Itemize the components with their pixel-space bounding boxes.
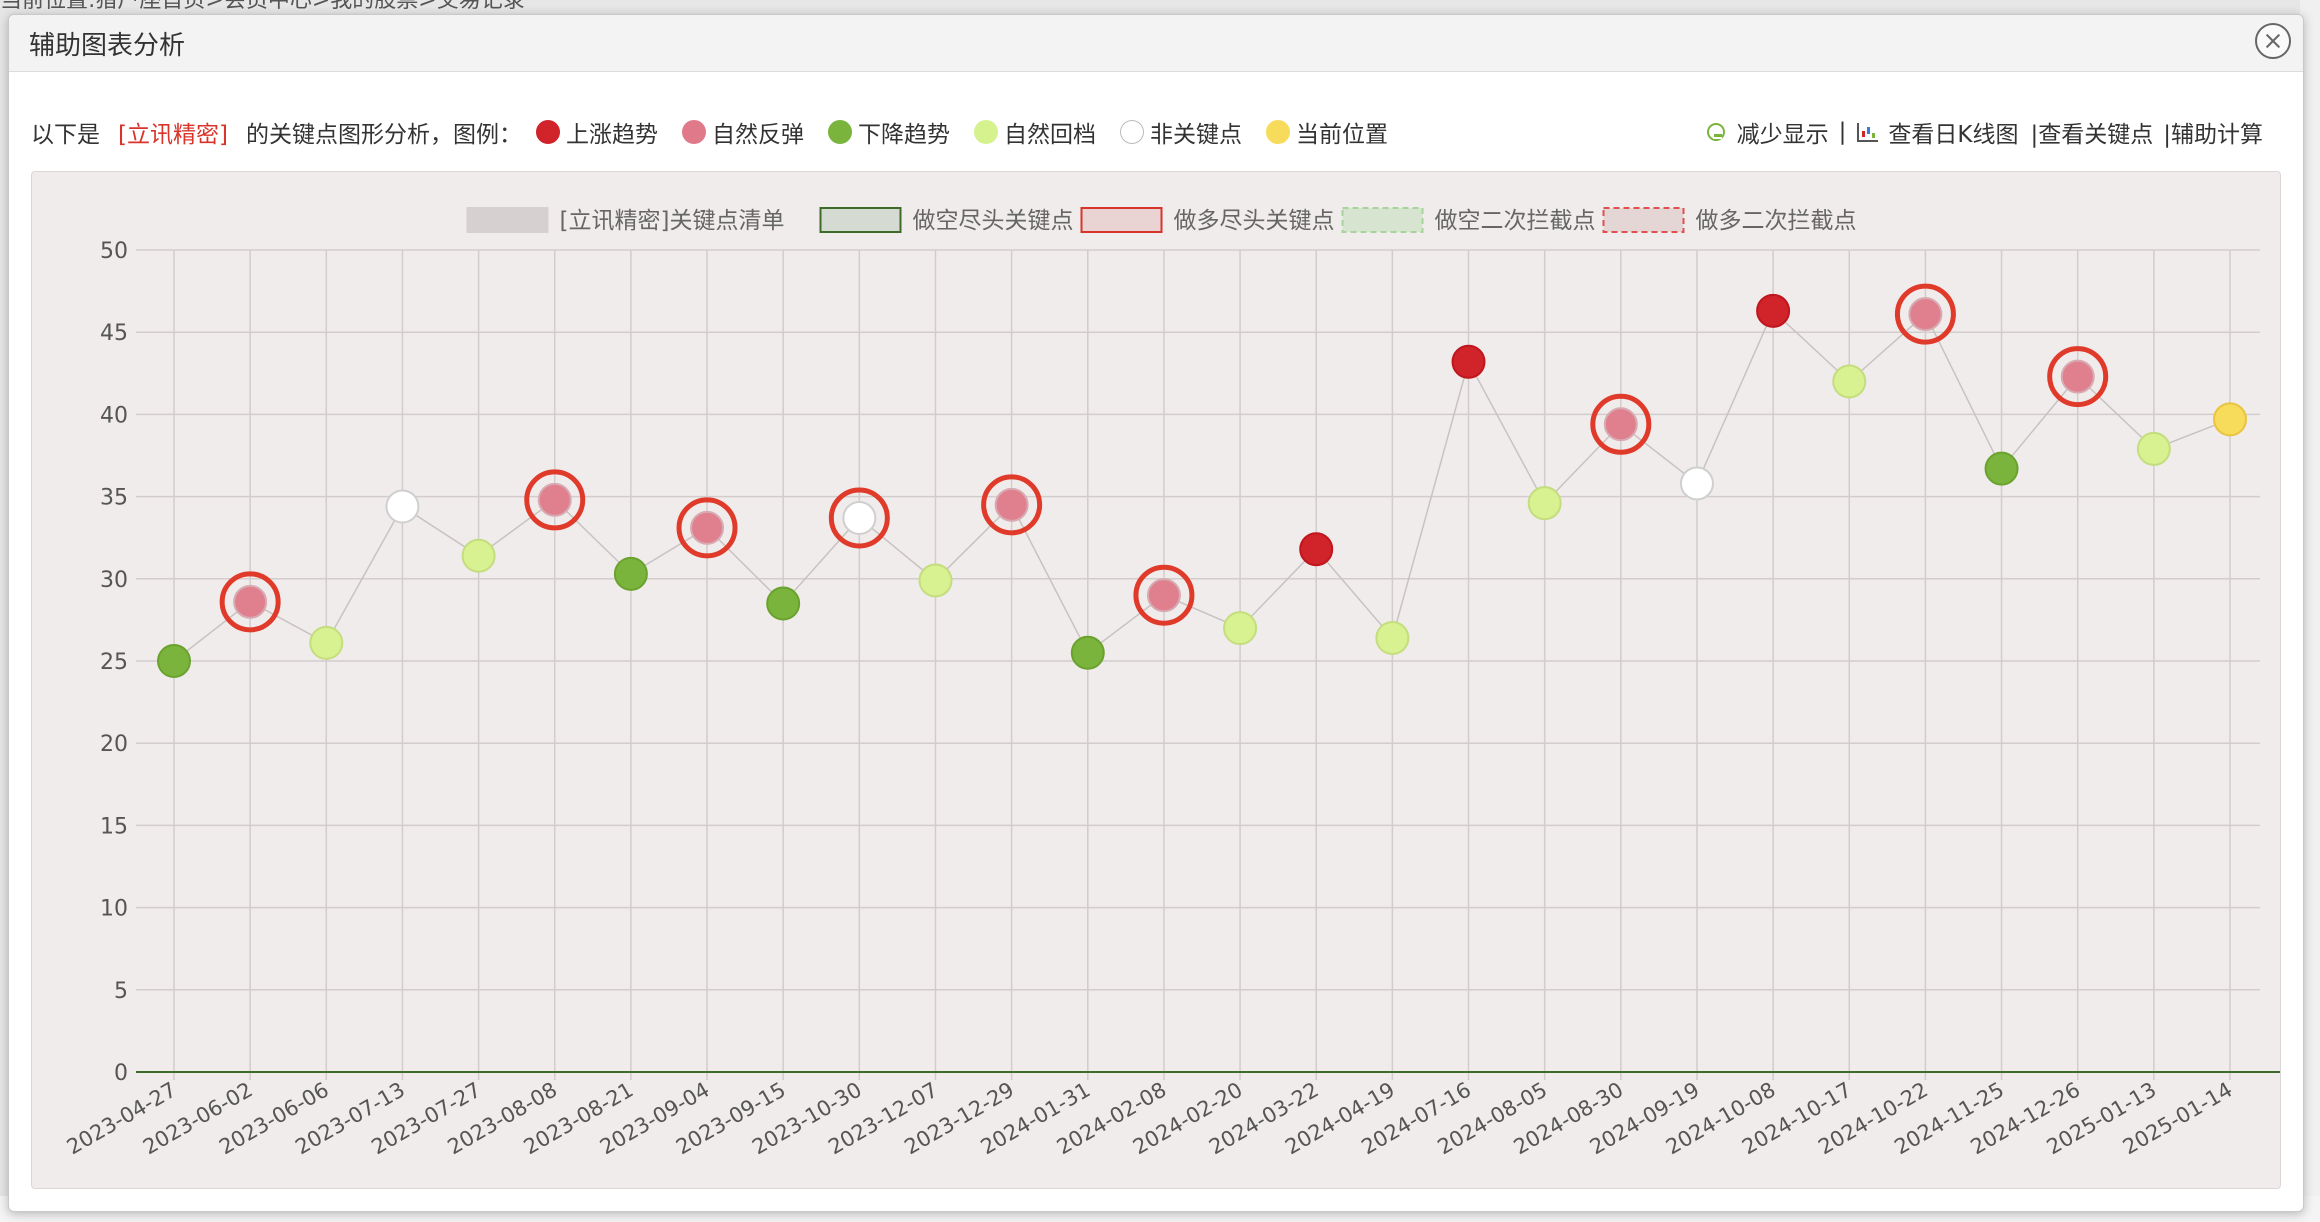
legend-label: 自然回档	[1003, 122, 1096, 148]
data-point	[461, 538, 496, 573]
series-legend-swatch	[819, 207, 902, 233]
dialog-title: 辅助图表分析	[29, 31, 186, 61]
y-tick-label: 0	[114, 1061, 128, 1086]
data-point	[309, 625, 344, 660]
legend-dot-icon	[1119, 120, 1144, 144]
y-tick-label: 30	[100, 568, 128, 593]
close-icon[interactable]	[2255, 23, 2291, 59]
legend-dot-icon	[827, 120, 852, 144]
data-point	[1223, 611, 1258, 646]
data-point	[766, 586, 801, 621]
series-legend-label: 做多尽头关键点	[1174, 208, 1335, 234]
data-point	[918, 563, 953, 598]
series-legend-label: 做空尽头关键点	[913, 208, 1074, 234]
y-tick-label: 50	[100, 239, 128, 264]
data-point	[1832, 364, 1867, 399]
data-point	[1756, 293, 1791, 328]
y-tick-label: 15	[100, 814, 128, 839]
data-point	[2060, 359, 2095, 394]
y-tick-label: 10	[100, 897, 128, 922]
data-point	[1984, 451, 2019, 486]
data-point	[1679, 466, 1714, 501]
legend-dot-icon	[973, 120, 998, 144]
data-point	[1146, 578, 1181, 613]
series-legend-swatch	[1602, 207, 1685, 233]
intro-prefix: 以下是	[31, 122, 100, 148]
y-tick-label: 20	[100, 732, 128, 757]
legend-label: 自然反弹	[711, 122, 804, 148]
legend-item-1: 自然反弹	[681, 115, 804, 149]
data-point	[2136, 431, 2171, 466]
dialog-titlebar[interactable]: 辅助图表分析	[9, 15, 2303, 72]
series-line	[173, 309, 2231, 662]
series-legend-label: [立讯精密]关键点清单	[560, 208, 785, 234]
data-point	[157, 644, 191, 678]
helper-calc-link[interactable]: |辅助计算	[2163, 115, 2263, 149]
legend-item-2: 下降趋势	[827, 115, 950, 149]
legend-label: 上涨趋势	[565, 122, 658, 148]
y-tick-label: 25	[100, 650, 128, 675]
series-legend-swatch	[1341, 207, 1424, 233]
legend-label: 非关键点	[1149, 122, 1242, 148]
data-point	[233, 584, 268, 619]
stock-name: [立讯精密]	[118, 122, 228, 148]
view-keypoints-link[interactable]: |查看关键点	[2031, 115, 2154, 149]
data-point	[1299, 532, 1334, 567]
legend-dot-icon	[681, 120, 706, 144]
data-point	[994, 487, 1029, 522]
y-tick-label: 5	[114, 979, 128, 1004]
chart-analysis-dialog: 辅助图表分析 以下是 [立讯精密] 的关键点图形分析，图例： 上涨趋势 自然反弹 下…	[8, 14, 2304, 1212]
data-point	[690, 510, 725, 545]
legend-item-5: 当前位置	[1265, 115, 1388, 149]
toolbar-separator: |	[1838, 119, 1847, 145]
point-legend: 以下是 [立讯精密] 的关键点图形分析，图例： 上涨趋势 自然反弹 下降趋势 自然回档…	[31, 115, 1412, 149]
data-point	[1527, 486, 1562, 521]
data-point	[1603, 407, 1638, 442]
legend-item-0: 上涨趋势	[535, 115, 658, 149]
legend-dot-icon	[535, 120, 560, 144]
reduce-display-link[interactable]: 减少显示	[1737, 115, 1829, 149]
data-point	[1451, 344, 1486, 379]
view-kline-link[interactable]: 查看日K线图	[1888, 115, 2018, 149]
y-tick-label: 35	[100, 486, 128, 511]
data-point	[613, 556, 648, 591]
legend-label: 当前位置	[1295, 122, 1388, 148]
data-point	[385, 489, 420, 524]
keypoint-line-chart: [立讯精密]关键点清单 做空尽头关键点 做多尽头关键点 做空二次拦截点 做多二次拦截点 0…	[63, 207, 2300, 1159]
series-legend-label: 做多二次拦截点	[1696, 208, 1857, 234]
y-tick-label: 40	[100, 403, 128, 428]
y-tick-label: 45	[100, 321, 128, 346]
legend-label: 下降趋势	[857, 122, 950, 148]
legend-item-3: 自然回档	[973, 115, 1096, 149]
chart-toolbar: 减少显示 | 查看日K线图 |查看关键点 |辅助计算	[1705, 115, 2263, 149]
data-point	[537, 482, 572, 517]
legend-item-4: 非关键点	[1119, 115, 1242, 149]
data-point	[1908, 297, 1943, 332]
series-legend-swatch	[466, 207, 549, 233]
data-point	[1375, 620, 1410, 655]
intro-suffix: 的关键点图形分析，图例：	[245, 122, 522, 148]
data-point	[2213, 402, 2247, 437]
legend-dot-icon	[1265, 120, 1290, 144]
kline-chart-icon	[1856, 121, 1879, 143]
chart-panel: [立讯精密]关键点清单 做空尽头关键点 做多尽头关键点 做空二次拦截点 做多二次拦截点 0…	[31, 171, 2300, 1189]
data-point	[842, 500, 877, 535]
series-legend-swatch	[1080, 207, 1163, 233]
series-legend-label: 做空二次拦截点	[1435, 208, 1596, 234]
reduce-icon	[1705, 121, 1727, 143]
data-point	[1070, 635, 1105, 670]
